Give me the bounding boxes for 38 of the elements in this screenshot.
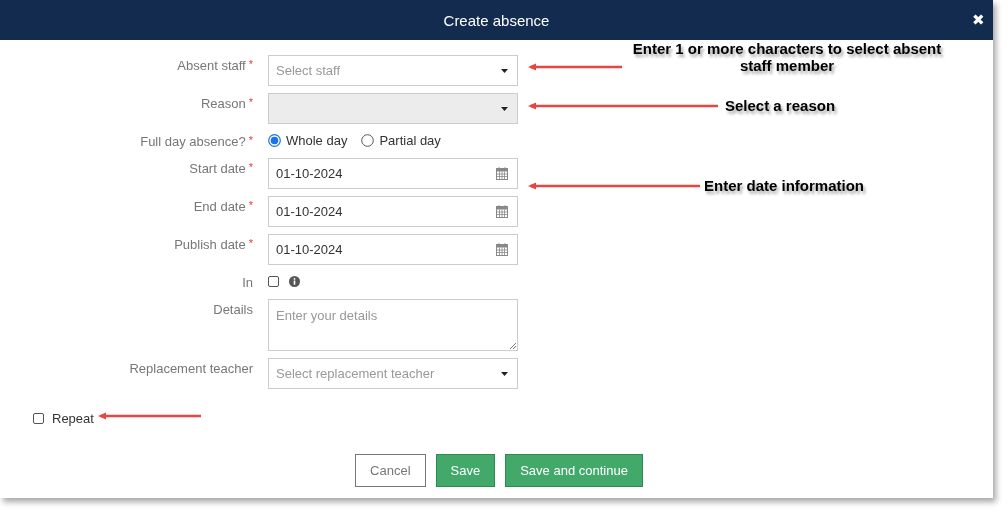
radio-icon xyxy=(361,133,375,147)
field-label: Reason * xyxy=(200,95,253,113)
required-mark: * xyxy=(248,58,253,70)
checkbox-label: Repeat xyxy=(52,411,94,426)
calendar-icon xyxy=(496,167,508,180)
date-field[interactable]: 01-10-2024 xyxy=(268,158,518,189)
field-label: Full day absence? * xyxy=(140,133,253,151)
required-mark: * xyxy=(248,96,253,108)
radio-option[interactable]: Partial day xyxy=(361,132,441,148)
field-label: Publish date * xyxy=(174,236,253,254)
resize-handle-icon[interactable] xyxy=(509,342,516,349)
annotation-text: Select a reason xyxy=(725,97,836,114)
checkbox[interactable] xyxy=(268,275,279,287)
caret-icon xyxy=(501,371,508,376)
dialog-title: Create absence xyxy=(443,11,550,29)
field-label: Start date * xyxy=(189,160,253,178)
field-label: Details xyxy=(213,301,253,319)
calendar-icon xyxy=(496,243,508,256)
caret-icon xyxy=(501,106,508,111)
checkbox[interactable] xyxy=(33,413,44,424)
required-mark: * xyxy=(248,134,253,146)
required-mark: * xyxy=(248,199,253,211)
field-label: Replacement teacher xyxy=(129,360,253,378)
calendar-icon xyxy=(496,205,508,218)
annotation-text: Enter 1 or more characters to select absent staff member xyxy=(631,40,943,74)
radio-icon xyxy=(268,133,281,147)
cancel-button[interactable]: Cancel xyxy=(355,454,426,487)
field-label: Absent staff * xyxy=(177,57,253,75)
radio-option[interactable]: Whole day xyxy=(268,132,348,148)
field-label: End date * xyxy=(193,198,253,216)
required-mark: * xyxy=(248,161,253,173)
close-button[interactable]: ✖ xyxy=(972,11,985,29)
date-field[interactable]: 01-10-2024 xyxy=(268,234,518,265)
annotation-text: Enter date information xyxy=(704,177,864,194)
date-field[interactable]: 01-10-2024 xyxy=(268,196,518,227)
caret-icon xyxy=(501,68,508,73)
required-mark: * xyxy=(248,237,253,249)
field-label: In xyxy=(242,274,253,292)
